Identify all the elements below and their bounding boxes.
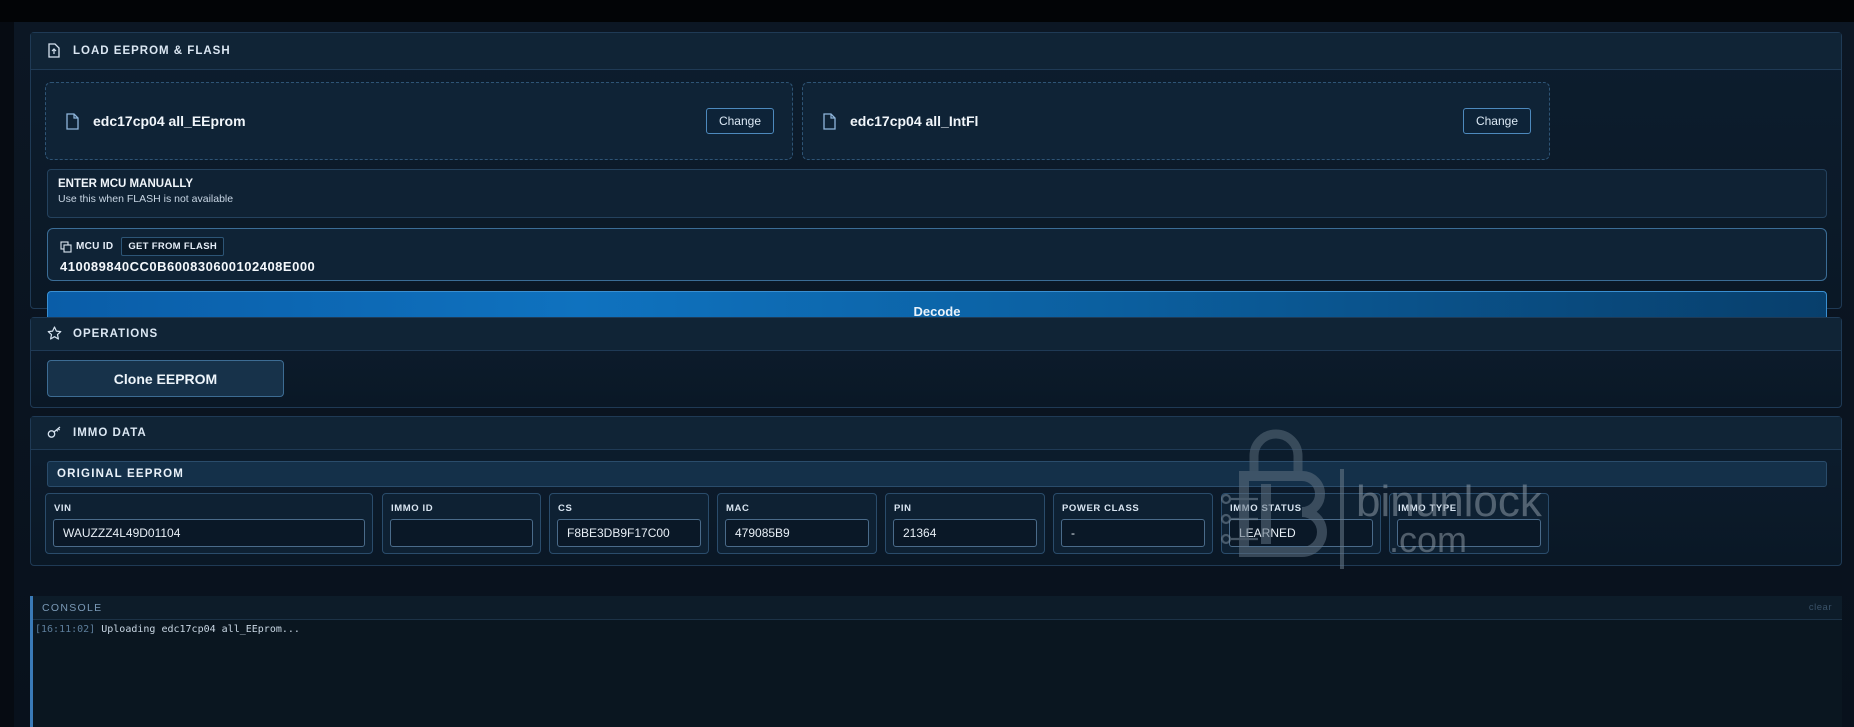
operations-panel: OPERATIONS Clone EEPROM [30,317,1842,408]
vin-input[interactable]: WAUZZZ4L49D01104 [53,519,365,547]
field-label: POWER CLASS [1062,503,1140,514]
immo-data-panel: IMMO DATA ORIGINAL EEPROM VIN WAUZZZ4L49… [30,416,1842,566]
cs-field: CS F8BE3DB9F17C00 [549,493,709,554]
console-title: CONSOLE [42,601,103,614]
copy-icon[interactable] [60,240,72,253]
mac-field: MAC 479085B9 [717,493,877,554]
power-class-input[interactable]: - [1061,519,1205,547]
eeprom-file-box[interactable]: edc17cp04 all_EEprom Change [45,82,793,160]
field-label: PIN [894,503,912,514]
field-label: IMMO STATUS [1230,503,1302,514]
app-content: LOAD EEPROM & FLASH edc17cp04 all_EEprom… [14,22,1854,727]
immo-type-input[interactable] [1397,519,1541,547]
change-flash-button[interactable]: Change [1462,108,1531,134]
operations-panel-header: OPERATIONS [31,318,1841,351]
immo-id-field: IMMO ID [382,493,541,554]
console-timestamp: [16:11:02] [35,624,96,635]
enter-mcu-manually-toggle[interactable]: ENTER MCU MANUALLY Use this when FLASH i… [47,169,1827,218]
immo-panel-title: IMMO DATA [73,427,147,439]
console-header: CONSOLE clear [33,596,1842,620]
console: CONSOLE clear [16:11:02] Uploading edc17… [30,596,1842,727]
key-icon [47,425,63,441]
console-clear-button[interactable]: clear [1809,602,1832,613]
immo-status-input[interactable]: LEARNED [1229,519,1373,547]
console-message: Uploading edc17cp04 all_EEprom... [101,624,300,635]
document-icon [66,112,79,130]
flash-file-box[interactable]: edc17cp04 all_IntFl Change [802,82,1550,160]
get-from-flash-button[interactable]: GET FROM FLASH [121,237,224,256]
star-icon [47,326,63,342]
pin-input[interactable]: 21364 [893,519,1037,547]
power-class-field: POWER CLASS - [1053,493,1213,554]
cs-input[interactable]: F8BE3DB9F17C00 [557,519,701,547]
immo-status-field: IMMO STATUS LEARNED [1221,493,1381,554]
top-bar [0,0,1854,22]
operations-panel-title: OPERATIONS [73,328,159,340]
eeprom-file-name: edc17cp04 all_EEprom [93,113,246,129]
vin-field: VIN WAUZZZ4L49D01104 [45,493,373,554]
manual-title: ENTER MCU MANUALLY [58,178,194,190]
console-line: [16:11:02] Uploading edc17cp04 all_EEpro… [33,620,1842,635]
mcu-id-input[interactable]: 410089840CC0B600830600102408E000 [60,259,315,274]
field-label: MAC [726,503,750,514]
file-upload-icon [47,43,63,59]
manual-subtitle: Use this when FLASH is not available [58,193,234,205]
immo-id-input[interactable] [390,519,533,547]
mcu-id-field[interactable]: MCU ID GET FROM FLASH 410089840CC0B60083… [47,228,1827,281]
immo-panel-header: IMMO DATA [31,417,1841,450]
load-panel-header: LOAD EEPROM & FLASH [31,33,1841,70]
mac-input[interactable]: 479085B9 [725,519,869,547]
field-label: CS [558,503,573,514]
clone-eeprom-button[interactable]: Clone EEPROM [47,360,284,397]
original-eeprom-section-title: ORIGINAL EEPROM [47,461,1827,487]
mcu-id-label: MCU ID [76,241,114,252]
pin-field: PIN 21364 [885,493,1045,554]
field-label: IMMO TYPE [1398,503,1457,514]
flash-file-name: edc17cp04 all_IntFl [850,113,979,129]
change-eeprom-button[interactable]: Change [705,108,774,134]
immo-type-field: IMMO TYPE [1389,493,1549,554]
field-label: IMMO ID [391,503,434,514]
field-label: VIN [54,503,72,514]
load-panel-title: LOAD EEPROM & FLASH [73,45,231,57]
load-panel: LOAD EEPROM & FLASH edc17cp04 all_EEprom… [30,32,1842,331]
document-icon [823,112,836,130]
